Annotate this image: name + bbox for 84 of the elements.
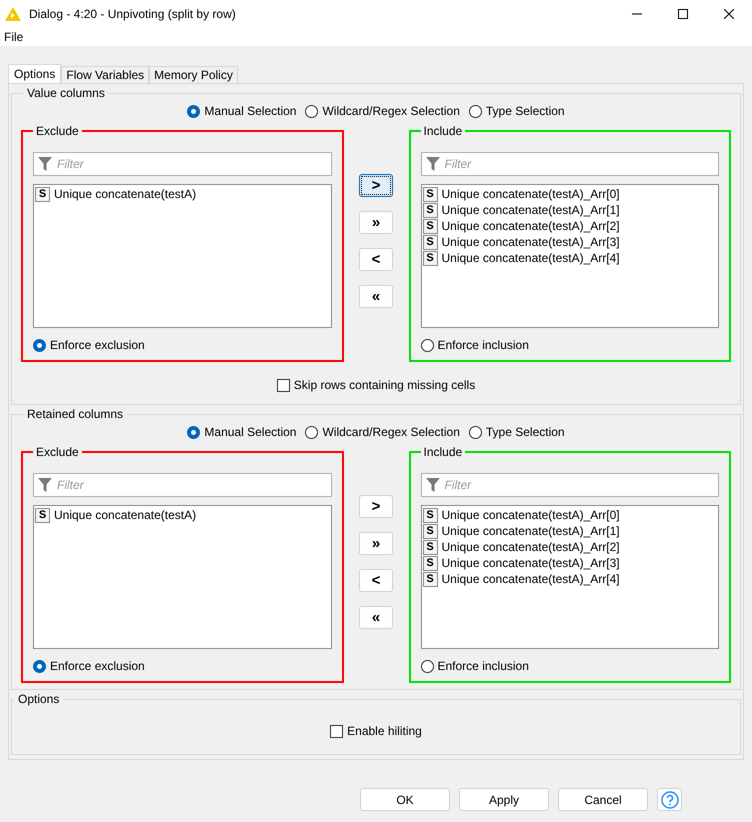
dialog-button[interactable]: Cancel <box>558 788 648 811</box>
filter-icon <box>424 156 440 172</box>
column-name: Unique concatenate(testA)_Arr[1] <box>442 523 620 540</box>
list-item[interactable]: S Unique concatenate(testA) <box>35 186 330 202</box>
column-name: Unique concatenate(testA)_Arr[0] <box>442 186 620 203</box>
column-name: Unique concatenate(testA)_Arr[2] <box>442 218 620 235</box>
filter-field[interactable]: Filter <box>33 473 332 497</box>
column-name: Unique concatenate(testA)_Arr[3] <box>442 234 620 251</box>
type-badge: S <box>422 572 438 586</box>
radio-option[interactable]: Type Selection <box>468 102 565 120</box>
list-item[interactable]: S Unique concatenate(testA)_Arr[0] <box>422 507 717 523</box>
list-item[interactable]: S Unique concatenate(testA)_Arr[4] <box>422 250 717 266</box>
panel-title: Include <box>422 123 464 140</box>
type-badge: S <box>422 234 438 250</box>
type-badge: S <box>422 540 438 554</box>
filter-icon <box>37 156 53 172</box>
menu-item[interactable]: File <box>3 28 24 46</box>
tab[interactable]: Flow Variables <box>61 66 150 83</box>
radio-option[interactable]: Enforce inclusion <box>420 336 719 354</box>
type-badge: S <box>422 250 438 266</box>
panel-title: Exclude <box>35 444 80 461</box>
group-title: Options <box>17 691 60 708</box>
checkbox[interactable]: Enable hiliting <box>330 722 422 740</box>
column-name: Unique concatenate(testA)_Arr[3] <box>442 555 620 572</box>
panel-title: Include <box>422 444 464 461</box>
panel-title: Exclude <box>35 123 80 140</box>
list-item[interactable]: S Unique concatenate(testA)_Arr[1] <box>422 202 717 218</box>
radio-option[interactable]: Type Selection <box>468 423 565 441</box>
list-item[interactable]: S Unique concatenate(testA)_Arr[3] <box>422 234 717 250</box>
window-title: Dialog - 4:20 - Unpivoting (split by row) <box>29 6 236 23</box>
type-badge: S <box>422 202 438 218</box>
logo-icon <box>5 7 21 21</box>
column-name: Unique concatenate(testA)_Arr[0] <box>442 507 620 524</box>
radio-option[interactable]: Wildcard/Regex Selection <box>305 423 460 441</box>
type-badge: S <box>422 218 438 234</box>
move-button[interactable]: » <box>359 532 393 555</box>
move-button[interactable]: « <box>359 606 393 629</box>
maximize-icon <box>678 9 688 19</box>
filter-field[interactable]: Filter <box>33 152 332 176</box>
radio-option[interactable]: Enforce exclusion <box>33 657 332 675</box>
filter-field[interactable]: Filter <box>420 152 719 176</box>
column-name: Unique concatenate(testA)_Arr[4] <box>442 571 620 588</box>
list-item[interactable]: S Unique concatenate(testA)_Arr[4] <box>422 571 717 587</box>
list-item[interactable]: S Unique concatenate(testA)_Arr[2] <box>422 218 717 234</box>
help-button[interactable] <box>657 788 682 811</box>
column-name: Unique concatenate(testA)_Arr[1] <box>442 202 620 219</box>
move-button[interactable]: « <box>359 285 393 308</box>
type-badge: S <box>35 508 50 522</box>
type-badge: S <box>422 524 438 538</box>
radio-option[interactable]: Enforce exclusion <box>33 336 332 354</box>
column-name: Unique concatenate(testA) <box>54 186 196 203</box>
tab[interactable]: Memory Policy <box>149 66 238 83</box>
list-item[interactable]: S Unique concatenate(testA) <box>35 507 330 523</box>
dialog-button[interactable]: Apply <box>459 788 549 811</box>
list-item[interactable]: S Unique concatenate(testA)_Arr[1] <box>422 523 717 539</box>
filter-icon <box>424 477 440 493</box>
list-item[interactable]: S Unique concatenate(testA)_Arr[3] <box>422 555 717 571</box>
checkbox[interactable]: Skip rows containing missing cells <box>276 376 476 394</box>
column-name: Unique concatenate(testA)_Arr[4] <box>442 250 620 267</box>
close-icon <box>724 9 734 19</box>
column-name: Unique concatenate(testA)_Arr[2] <box>442 539 620 556</box>
move-button[interactable]: » <box>359 211 393 234</box>
dialog-button[interactable]: OK <box>360 788 450 811</box>
move-button[interactable]: > <box>359 174 393 197</box>
group-title: Value columns <box>26 85 106 102</box>
move-button[interactable]: > <box>359 495 393 518</box>
help-icon <box>660 790 678 808</box>
radio-option[interactable]: Wildcard/Regex Selection <box>305 102 460 120</box>
group-title: Retained columns <box>26 406 124 423</box>
type-badge: S <box>422 556 438 570</box>
filter-icon <box>37 477 53 493</box>
column-name: Unique concatenate(testA) <box>54 507 196 524</box>
type-badge: S <box>422 186 438 202</box>
type-badge: S <box>422 508 438 522</box>
list-item[interactable]: S Unique concatenate(testA)_Arr[0] <box>422 186 717 202</box>
tab[interactable]: Options <box>8 64 62 83</box>
radio-option[interactable]: Manual Selection <box>187 102 296 120</box>
filter-field[interactable]: Filter <box>420 473 719 497</box>
move-button[interactable]: < <box>359 569 393 592</box>
list-item[interactable]: S Unique concatenate(testA)_Arr[2] <box>422 539 717 555</box>
radio-option[interactable]: Manual Selection <box>187 423 296 441</box>
type-badge: S <box>35 186 50 202</box>
radio-option[interactable]: Enforce inclusion <box>420 657 719 675</box>
move-button[interactable]: < <box>359 248 393 271</box>
